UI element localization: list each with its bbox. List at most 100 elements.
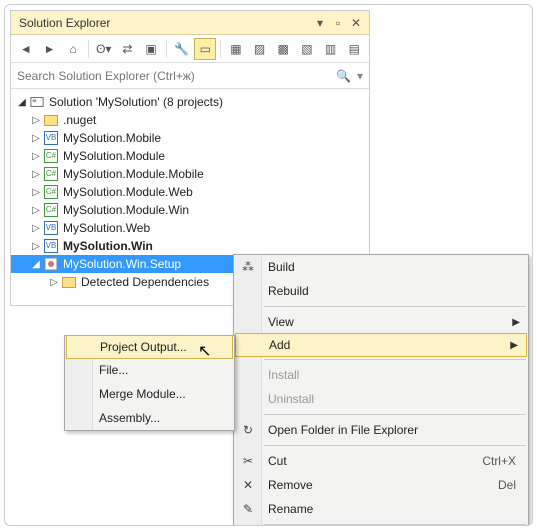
tree-label: MySolution.Module.Win	[63, 203, 189, 217]
menu-open-folder[interactable]: ↻ Open Folder in File Explorer	[234, 418, 528, 442]
tree-label: MySolution.Module.Mobile	[63, 167, 204, 181]
menu-label: Rebuild	[268, 284, 309, 298]
tb-icon-4[interactable]: ▧	[296, 38, 318, 60]
submenu-merge-module[interactable]: Merge Module...	[65, 382, 234, 406]
cs-project-icon: C#	[43, 184, 59, 200]
menu-uninstall: Uninstall	[234, 387, 528, 411]
folder-icon	[61, 274, 77, 290]
tree-item-mobile[interactable]: ▷ VB MySolution.Mobile	[11, 129, 369, 147]
home-icon[interactable]: ⌂	[62, 38, 84, 60]
build-icon: ⁂	[239, 260, 257, 274]
menu-install: Install	[234, 363, 528, 387]
cut-icon: ✂	[239, 454, 257, 468]
expander-icon[interactable]: ◢	[15, 97, 29, 108]
menu-label: Rename	[268, 502, 313, 516]
search-dropdown-icon[interactable]: ▾	[357, 69, 363, 83]
tree-label: .nuget	[63, 113, 96, 127]
menu-remove[interactable]: ✕ Remove Del	[234, 473, 528, 497]
menu-label: Cut	[268, 454, 287, 468]
folder-icon	[43, 112, 59, 128]
sync-icon[interactable]: ⇄	[117, 38, 139, 60]
tree-item-win[interactable]: ▷ VB MySolution.Win	[11, 237, 369, 255]
submenu-file[interactable]: File...	[65, 358, 234, 382]
menu-label: View	[268, 315, 294, 329]
submenu-arrow-icon: ▶	[510, 340, 518, 351]
tree-item-module[interactable]: ▷ C# MySolution.Module	[11, 147, 369, 165]
tree-item-web[interactable]: ▷ VB MySolution.Web	[11, 219, 369, 237]
tb-icon-3[interactable]: ▩	[272, 38, 294, 60]
tb-icon-5[interactable]: ▥	[320, 38, 342, 60]
remove-icon: ✕	[239, 478, 257, 492]
expander-icon[interactable]: ▷	[29, 169, 43, 180]
expander-icon[interactable]: ▷	[29, 223, 43, 234]
context-menu: ⁂ Build Rebuild View ▶ Add ▶ Install Uni…	[233, 254, 529, 526]
menu-label: Assembly...	[99, 411, 160, 425]
window-dropdown-icon[interactable]: ▾	[311, 14, 329, 32]
menu-rename[interactable]: ✎ Rename	[234, 497, 528, 521]
expander-icon[interactable]: ▷	[29, 151, 43, 162]
tree-root[interactable]: ◢ Solution 'MySolution' (8 projects)	[11, 93, 369, 111]
expander-icon[interactable]: ▷	[29, 115, 43, 126]
toolbar: ◄ ► ⌂ ʘ▾ ⇄ ▣ 🔧 ▭ ▦ ▨ ▩ ▧ ▥ ▤	[11, 35, 369, 63]
panel-titlebar: Solution Explorer ▾ ▫ ✕	[11, 11, 369, 35]
menu-view[interactable]: View ▶	[234, 310, 528, 334]
add-submenu: Project Output... File... Merge Module..…	[64, 335, 235, 431]
open-folder-icon: ↻	[239, 423, 257, 437]
cs-project-icon: C#	[43, 202, 59, 218]
rename-icon: ✎	[239, 502, 257, 516]
tb-icon-1[interactable]: ▦	[225, 38, 247, 60]
vb-project-icon: VB	[43, 238, 59, 254]
tree-label: MySolution.Web	[63, 221, 150, 235]
menu-label: Open Folder in File Explorer	[268, 423, 418, 437]
solution-icon	[29, 94, 45, 110]
menu-build[interactable]: ⁂ Build	[234, 255, 528, 279]
menu-shortcut: Ctrl+X	[482, 454, 516, 468]
show-all-icon[interactable]: ▭	[194, 38, 216, 60]
expander-icon[interactable]: ▷	[29, 187, 43, 198]
wrench-icon[interactable]: 🔧	[171, 38, 193, 60]
menu-label: Install	[268, 368, 299, 382]
tree-label: Solution 'MySolution' (8 projects)	[49, 95, 223, 109]
menu-label: Add	[269, 338, 290, 352]
expander-icon[interactable]: ▷	[47, 277, 61, 288]
expander-icon[interactable]: ▷	[29, 133, 43, 144]
menu-cut[interactable]: ✂ Cut Ctrl+X	[234, 449, 528, 473]
menu-label: Merge Module...	[99, 387, 186, 401]
refresh-icon[interactable]: ʘ▾	[93, 38, 115, 60]
tree-item-module-mobile[interactable]: ▷ C# MySolution.Module.Mobile	[11, 165, 369, 183]
setup-project-icon	[43, 256, 59, 272]
menu-shortcut: Del	[498, 478, 516, 492]
tree-label: MySolution.Mobile	[63, 131, 161, 145]
menu-label: Uninstall	[268, 392, 314, 406]
tree-label: MySolution.Win.Setup	[63, 257, 181, 271]
tree-item-nuget[interactable]: ▷ .nuget	[11, 111, 369, 129]
vb-project-icon: VB	[43, 130, 59, 146]
pin-icon[interactable]: ▫	[329, 14, 347, 32]
tb-icon-6[interactable]: ▤	[343, 38, 365, 60]
tb-icon-2[interactable]: ▨	[249, 38, 271, 60]
expander-icon[interactable]: ▷	[29, 241, 43, 252]
cs-project-icon: C#	[43, 148, 59, 164]
panel-title: Solution Explorer	[15, 16, 311, 30]
menu-label: Project Output...	[100, 340, 187, 354]
tree-label: MySolution.Module.Web	[63, 185, 193, 199]
search-icon[interactable]: 🔍	[336, 69, 351, 83]
menu-rebuild[interactable]: Rebuild	[234, 279, 528, 303]
tree-item-module-win[interactable]: ▷ C# MySolution.Module.Win	[11, 201, 369, 219]
menu-add[interactable]: Add ▶	[235, 333, 527, 357]
expander-icon[interactable]: ▷	[29, 205, 43, 216]
search-bar[interactable]: 🔍 ▾	[11, 63, 369, 89]
back-icon[interactable]: ◄	[15, 38, 37, 60]
submenu-assembly[interactable]: Assembly...	[65, 406, 234, 430]
tree-label: Detected Dependencies	[81, 275, 209, 289]
menu-label: File...	[99, 363, 128, 377]
menu-label: Build	[268, 260, 295, 274]
collapse-icon[interactable]: ▣	[140, 38, 162, 60]
tree-item-module-web[interactable]: ▷ C# MySolution.Module.Web	[11, 183, 369, 201]
close-icon[interactable]: ✕	[347, 14, 365, 32]
forward-icon[interactable]: ►	[39, 38, 61, 60]
submenu-project-output[interactable]: Project Output...	[66, 335, 233, 359]
expander-icon[interactable]: ◢	[29, 259, 43, 270]
search-input[interactable]	[17, 69, 336, 83]
submenu-arrow-icon: ▶	[512, 317, 520, 328]
